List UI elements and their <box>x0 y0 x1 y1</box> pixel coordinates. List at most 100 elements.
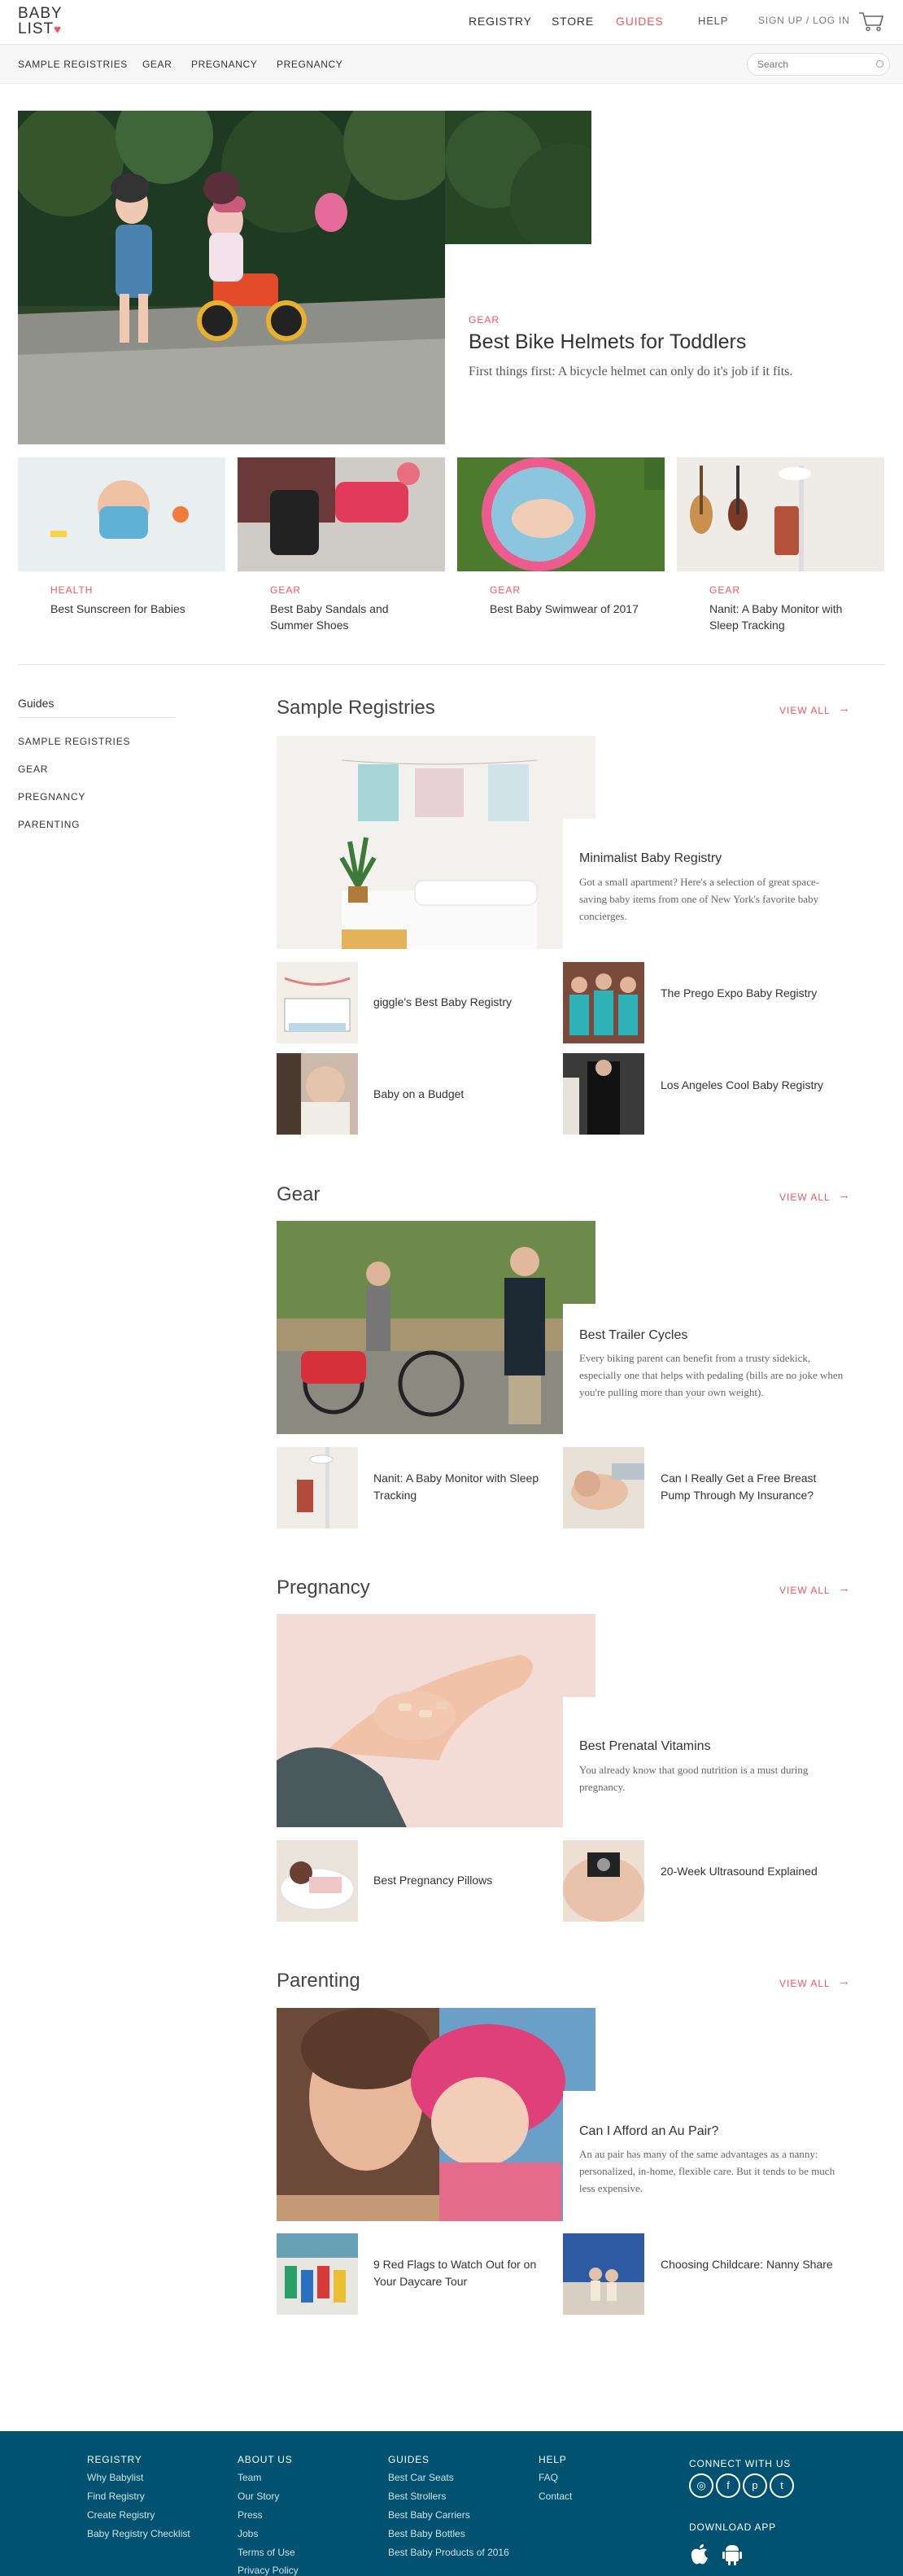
footer-link-jobs[interactable]: Jobs <box>238 2527 360 2540</box>
nav-help[interactable]: HELP <box>698 15 728 27</box>
card-category-gear-2[interactable]: GEAR <box>490 584 521 596</box>
hero-image-toddlers-bike[interactable] <box>18 111 445 444</box>
search-icon[interactable] <box>876 60 883 68</box>
card-title-nanit[interactable]: Nanit: A Baby Monitor with Sleep Trackin… <box>709 601 872 633</box>
pinterest-icon[interactable]: p <box>743 2473 767 2498</box>
view-all-gear[interactable]: VIEW ALL <box>779 1192 831 1203</box>
instagram-icon[interactable]: ◎ <box>689 2473 713 2498</box>
footer-link-why-babylist[interactable]: Why Babylist <box>87 2471 209 2484</box>
arrow-right-icon[interactable]: → <box>838 1188 850 1202</box>
footer-link-bottles[interactable]: Best Baby Bottles <box>388 2527 510 2540</box>
footer-link-privacy[interactable]: Privacy Policy <box>238 2564 360 2576</box>
card-title-sandals[interactable]: Best Baby Sandals and Summer Shoes <box>270 601 433 633</box>
footer-link-registry-checklist[interactable]: Baby Registry Checklist <box>87 2527 209 2540</box>
section-title-pregnancy[interactable]: Pregnancy <box>277 1577 370 1599</box>
cart-icon[interactable] <box>858 11 884 32</box>
footer-link-create-registry[interactable]: Create Registry <box>87 2508 209 2521</box>
sidebar-item-gear[interactable]: GEAR <box>18 763 48 775</box>
card-image-sandals[interactable] <box>238 457 445 571</box>
subnav-gear[interactable]: GEAR <box>142 59 172 70</box>
footer-link-car-seats[interactable]: Best Car Seats <box>388 2471 510 2484</box>
subnav-pregnancy-2[interactable]: PREGNANCY <box>277 59 342 70</box>
thumb-title-prego-expo[interactable]: The Prego Expo Baby Registry <box>661 985 840 1002</box>
nav-signup-login[interactable]: SIGN UP / LOG IN <box>758 15 850 26</box>
thumb-los-angeles[interactable] <box>563 1053 644 1135</box>
twitter-icon[interactable]: t <box>770 2473 794 2498</box>
section-title-sample-registries[interactable]: Sample Registries <box>277 697 435 719</box>
thumb-title-breast-pump[interactable]: Can I Really Get a Free Breast Pump Thro… <box>661 1470 840 1504</box>
thumb-title-nanit[interactable]: Nanit: A Baby Monitor with Sleep Trackin… <box>373 1470 552 1504</box>
footer-link-products-2016[interactable]: Best Baby Products of 2016 <box>388 2546 510 2559</box>
heart-icon: ♥ <box>54 23 63 37</box>
thumb-pregnancy-pillows[interactable] <box>277 1840 358 1922</box>
search-input[interactable] <box>747 53 890 76</box>
feature-title-trailer-cycles[interactable]: Best Trailer Cycles <box>579 1328 687 1343</box>
thumb-nanny-share[interactable] <box>563 2233 644 2315</box>
hero-title[interactable]: Best Bike Helmets for Toddlers <box>469 330 746 354</box>
apple-icon[interactable] <box>689 2543 710 2565</box>
footer-link-our-story[interactable]: Our Story <box>238 2490 360 2503</box>
feature-title-prenatal-vitamins[interactable]: Best Prenatal Vitamins <box>579 1739 711 1754</box>
footer-link-carriers[interactable]: Best Baby Carriers <box>388 2508 510 2521</box>
thumb-ultrasound[interactable] <box>563 1840 644 1922</box>
sidebar-item-pregnancy[interactable]: PREGNANCY <box>18 791 85 803</box>
thumb-baby-budget[interactable] <box>277 1053 358 1135</box>
nav-guides[interactable]: GUIDES <box>616 15 663 28</box>
facebook-icon[interactable]: f <box>716 2473 740 2498</box>
feature-title-au-pair[interactable]: Can I Afford an Au Pair? <box>579 2124 718 2139</box>
card-image-sunscreen[interactable] <box>18 457 225 571</box>
subnav-pregnancy[interactable]: PREGNANCY <box>191 59 257 70</box>
card-category-gear[interactable]: GEAR <box>270 584 301 596</box>
footer-link-faq[interactable]: FAQ <box>539 2471 661 2484</box>
thumb-giggle[interactable] <box>277 962 358 1043</box>
thumb-prego-expo[interactable] <box>563 962 644 1043</box>
thumb-breast-pump[interactable] <box>563 1447 644 1529</box>
footer-heading-connect: CONNECT WITH US <box>689 2458 792 2469</box>
sidebar-item-parenting[interactable]: PARENTING <box>18 819 80 830</box>
feature-image-minimalist[interactable] <box>277 736 595 949</box>
section-title-gear[interactable]: Gear <box>277 1183 320 1206</box>
thumb-title-daycare-red-flags[interactable]: 9 Red Flags to Watch Out for on Your Day… <box>373 2256 552 2290</box>
card-category-health[interactable]: HEALTH <box>50 584 93 596</box>
feature-image-prenatal-vitamins[interactable] <box>277 1614 595 1827</box>
hero-category[interactable]: GEAR <box>469 314 499 326</box>
footer-link-terms[interactable]: Terms of Use <box>238 2546 360 2559</box>
footer-link-team[interactable]: Team <box>238 2471 360 2484</box>
thumb-title-pregnancy-pillows[interactable]: Best Pregnancy Pillows <box>373 1872 552 1889</box>
thumb-nanit[interactable] <box>277 1447 358 1529</box>
footer-link-strollers[interactable]: Best Strollers <box>388 2490 510 2503</box>
feature-title-minimalist[interactable]: Minimalist Baby Registry <box>579 851 722 866</box>
thumb-title-giggle[interactable]: giggle's Best Baby Registry <box>373 994 552 1011</box>
subnav-sample-registries[interactable]: SAMPLE REGISTRIES <box>18 59 128 70</box>
thumb-title-baby-budget[interactable]: Baby on a Budget <box>373 1086 552 1103</box>
card-title-swimwear[interactable]: Best Baby Swimwear of 2017 <box>490 601 652 617</box>
footer-heading-help: HELP <box>539 2454 567 2465</box>
section-title-parenting[interactable]: Parenting <box>277 1970 360 1992</box>
thumb-daycare-red-flags[interactable] <box>277 2233 358 2315</box>
card-image-swimwear[interactable] <box>457 457 665 571</box>
feature-image-trailer-cycles[interactable] <box>277 1221 595 1434</box>
footer-link-contact[interactable]: Contact <box>539 2490 661 2503</box>
footer-link-find-registry[interactable]: Find Registry <box>87 2490 209 2503</box>
view-all-sample-registries[interactable]: VIEW ALL <box>779 705 831 716</box>
view-all-parenting[interactable]: VIEW ALL <box>779 1978 831 1989</box>
view-all-pregnancy[interactable]: VIEW ALL <box>779 1585 831 1596</box>
arrow-right-icon[interactable]: → <box>838 1975 850 1988</box>
card-image-nanit[interactable] <box>677 457 884 571</box>
arrow-right-icon[interactable]: → <box>838 702 850 715</box>
card-title-sunscreen[interactable]: Best Sunscreen for Babies <box>50 601 213 617</box>
nav-store[interactable]: STORE <box>552 15 594 28</box>
nav-registry[interactable]: REGISTRY <box>469 15 532 28</box>
thumb-title-ultrasound[interactable]: 20-Week Ultrasound Explained <box>661 1863 840 1880</box>
sidebar-item-sample-registries[interactable]: SAMPLE REGISTRIES <box>18 736 130 747</box>
card-category-gear-3[interactable]: GEAR <box>709 584 740 596</box>
feature-desc-au-pair: An au pair has many of the same advantag… <box>579 2148 835 2194</box>
thumb-title-los-angeles[interactable]: Los Angeles Cool Baby Registry <box>661 1077 840 1094</box>
android-icon[interactable] <box>722 2543 743 2565</box>
arrow-right-icon[interactable]: → <box>838 1581 850 1595</box>
babylist-logo[interactable]: BABY LIST♥ <box>18 6 63 37</box>
footer-link-press[interactable]: Press <box>238 2508 360 2521</box>
feature-image-au-pair[interactable] <box>277 2008 595 2221</box>
footer-heading-registry: REGISTRY <box>87 2454 142 2465</box>
thumb-title-nanny-share[interactable]: Choosing Childcare: Nanny Share <box>661 2256 840 2273</box>
